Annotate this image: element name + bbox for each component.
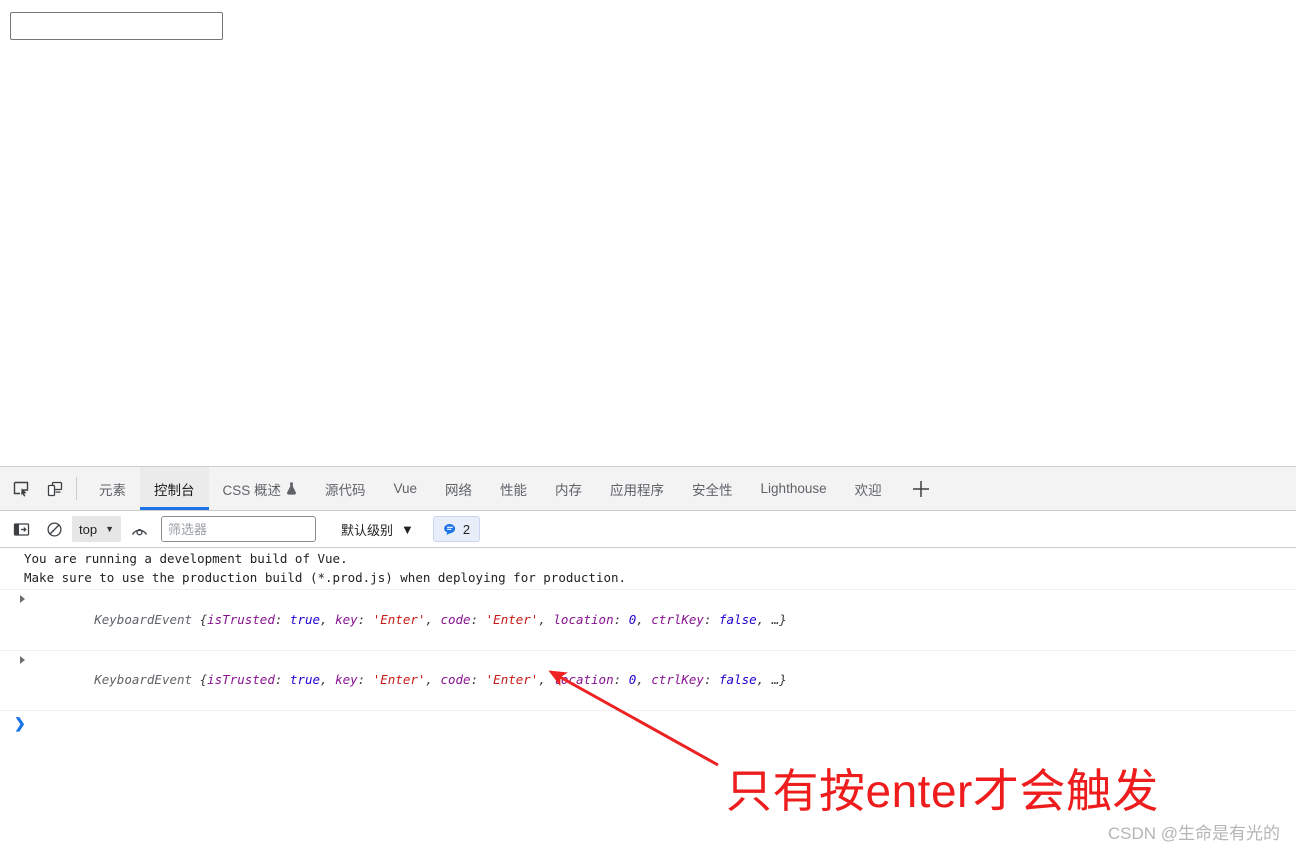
object-class-name: KeyboardEvent	[94, 672, 193, 687]
prop-key: isTrusted	[207, 672, 275, 687]
chevron-down-icon: ▼	[401, 521, 414, 537]
tab-label: 控制台	[154, 482, 195, 498]
tab-label: 内存	[555, 482, 583, 498]
console-filter-input[interactable]	[161, 516, 316, 542]
prop-value: 'Enter'	[372, 611, 426, 627]
prop-key: location	[553, 611, 614, 627]
tab-label: 欢迎	[854, 482, 882, 498]
tab-security[interactable]: 安全性	[678, 467, 747, 510]
console-message-line-1: You are running a development build of V…	[24, 551, 348, 566]
execution-context-label: top	[79, 521, 98, 537]
console-message-line-2: Make sure to use the production build (*…	[24, 569, 627, 585]
tab-label: CSS 概述	[222, 482, 282, 498]
prop-key: key	[335, 672, 358, 687]
prop-key: location	[553, 672, 614, 687]
chevron-down-icon: ▼	[105, 523, 114, 534]
prop-value: true	[289, 611, 321, 627]
issues-bubble-icon	[443, 522, 457, 536]
log-level-label: 默认级别	[341, 522, 394, 538]
tabstrip-divider	[76, 477, 77, 500]
execution-context-selector[interactable]: top ▼	[72, 516, 121, 542]
tab-label: Vue	[393, 481, 418, 496]
page-text-input[interactable]	[10, 12, 223, 40]
prop-key: isTrusted	[207, 611, 275, 627]
tab-vue[interactable]: Vue	[380, 467, 432, 510]
tab-lighthouse[interactable]: Lighthouse	[747, 467, 841, 510]
console-prompt-row[interactable]: ❯	[0, 711, 1296, 737]
console-prompt-input[interactable]	[33, 715, 1296, 732]
tab-sources[interactable]: 源代码	[311, 467, 380, 510]
tab-network[interactable]: 网络	[431, 467, 486, 510]
device-toolbar-icon[interactable]	[38, 467, 72, 510]
tab-label: 源代码	[325, 482, 366, 498]
web-page-viewport	[0, 0, 1296, 466]
prop-key: key	[335, 611, 358, 627]
prop-value: false	[719, 611, 757, 627]
tab-console[interactable]: 控制台	[140, 467, 209, 510]
prop-key: ctrlKey	[651, 672, 704, 687]
object-class-name: KeyboardEvent	[94, 611, 193, 627]
issues-badge[interactable]: 2	[432, 516, 481, 542]
console-message-keyboardevent-2[interactable]: KeyboardEvent {isTrusted: true, key: 'En…	[0, 651, 1296, 711]
issues-count: 2	[462, 521, 471, 537]
prop-key: code	[440, 672, 471, 687]
prop-value: 'Enter'	[372, 672, 426, 687]
prop-value: true	[289, 672, 321, 687]
devtools-tabstrip: 元素 控制台 CSS 概述 源代码 Vue 网络 性能 内存 应用程序 安全性 …	[0, 467, 1296, 511]
tab-performance[interactable]: 性能	[486, 467, 541, 510]
plus-icon	[912, 480, 929, 497]
tab-label: Lighthouse	[760, 481, 827, 496]
prop-key: code	[440, 611, 471, 627]
expand-arrow-icon[interactable]	[20, 655, 25, 664]
csdn-watermark: CSDN @生命是有光的	[1107, 824, 1280, 843]
tab-welcome[interactable]: 欢迎	[841, 467, 896, 510]
console-toolbar: top ▼ 默认级别 ▼	[0, 511, 1296, 548]
tab-memory[interactable]: 内存	[541, 467, 596, 510]
prompt-chevron-icon: ❯	[14, 715, 26, 731]
tab-elements[interactable]: 元素	[85, 467, 140, 510]
tab-label: 应用程序	[610, 482, 665, 498]
screenshot-root: 元素 控制台 CSS 概述 源代码 Vue 网络 性能 内存 应用程序 安全性 …	[0, 0, 1296, 856]
tab-label: 元素	[99, 482, 126, 498]
log-level-selector[interactable]: 默认级别 ▼	[333, 516, 422, 542]
prop-key: ctrlKey	[651, 611, 704, 627]
add-panel-button[interactable]	[896, 467, 946, 510]
tab-label: 性能	[500, 482, 528, 498]
prop-value: 'Enter'	[485, 672, 539, 687]
tab-label: 网络	[445, 482, 473, 498]
prop-value: false	[719, 672, 757, 687]
clear-console-icon[interactable]	[39, 516, 69, 542]
tab-css-overview[interactable]: CSS 概述	[209, 467, 312, 510]
annotation-label: 只有按enter才会触发	[726, 765, 1159, 817]
tab-application[interactable]: 应用程序	[596, 467, 678, 510]
live-expression-icon[interactable]	[124, 516, 154, 542]
prop-value: 'Enter'	[485, 611, 539, 627]
console-message-vue-dev-build: You are running a development build of V…	[0, 548, 1296, 590]
tab-label: 安全性	[692, 482, 733, 498]
flask-icon	[286, 482, 297, 495]
expand-arrow-icon[interactable]	[20, 595, 25, 603]
inspect-element-icon[interactable]	[4, 467, 38, 510]
console-sidebar-icon[interactable]	[6, 516, 36, 542]
console-message-keyboardevent-1[interactable]: KeyboardEvent {isTrusted: true, key: 'En…	[0, 590, 1296, 651]
